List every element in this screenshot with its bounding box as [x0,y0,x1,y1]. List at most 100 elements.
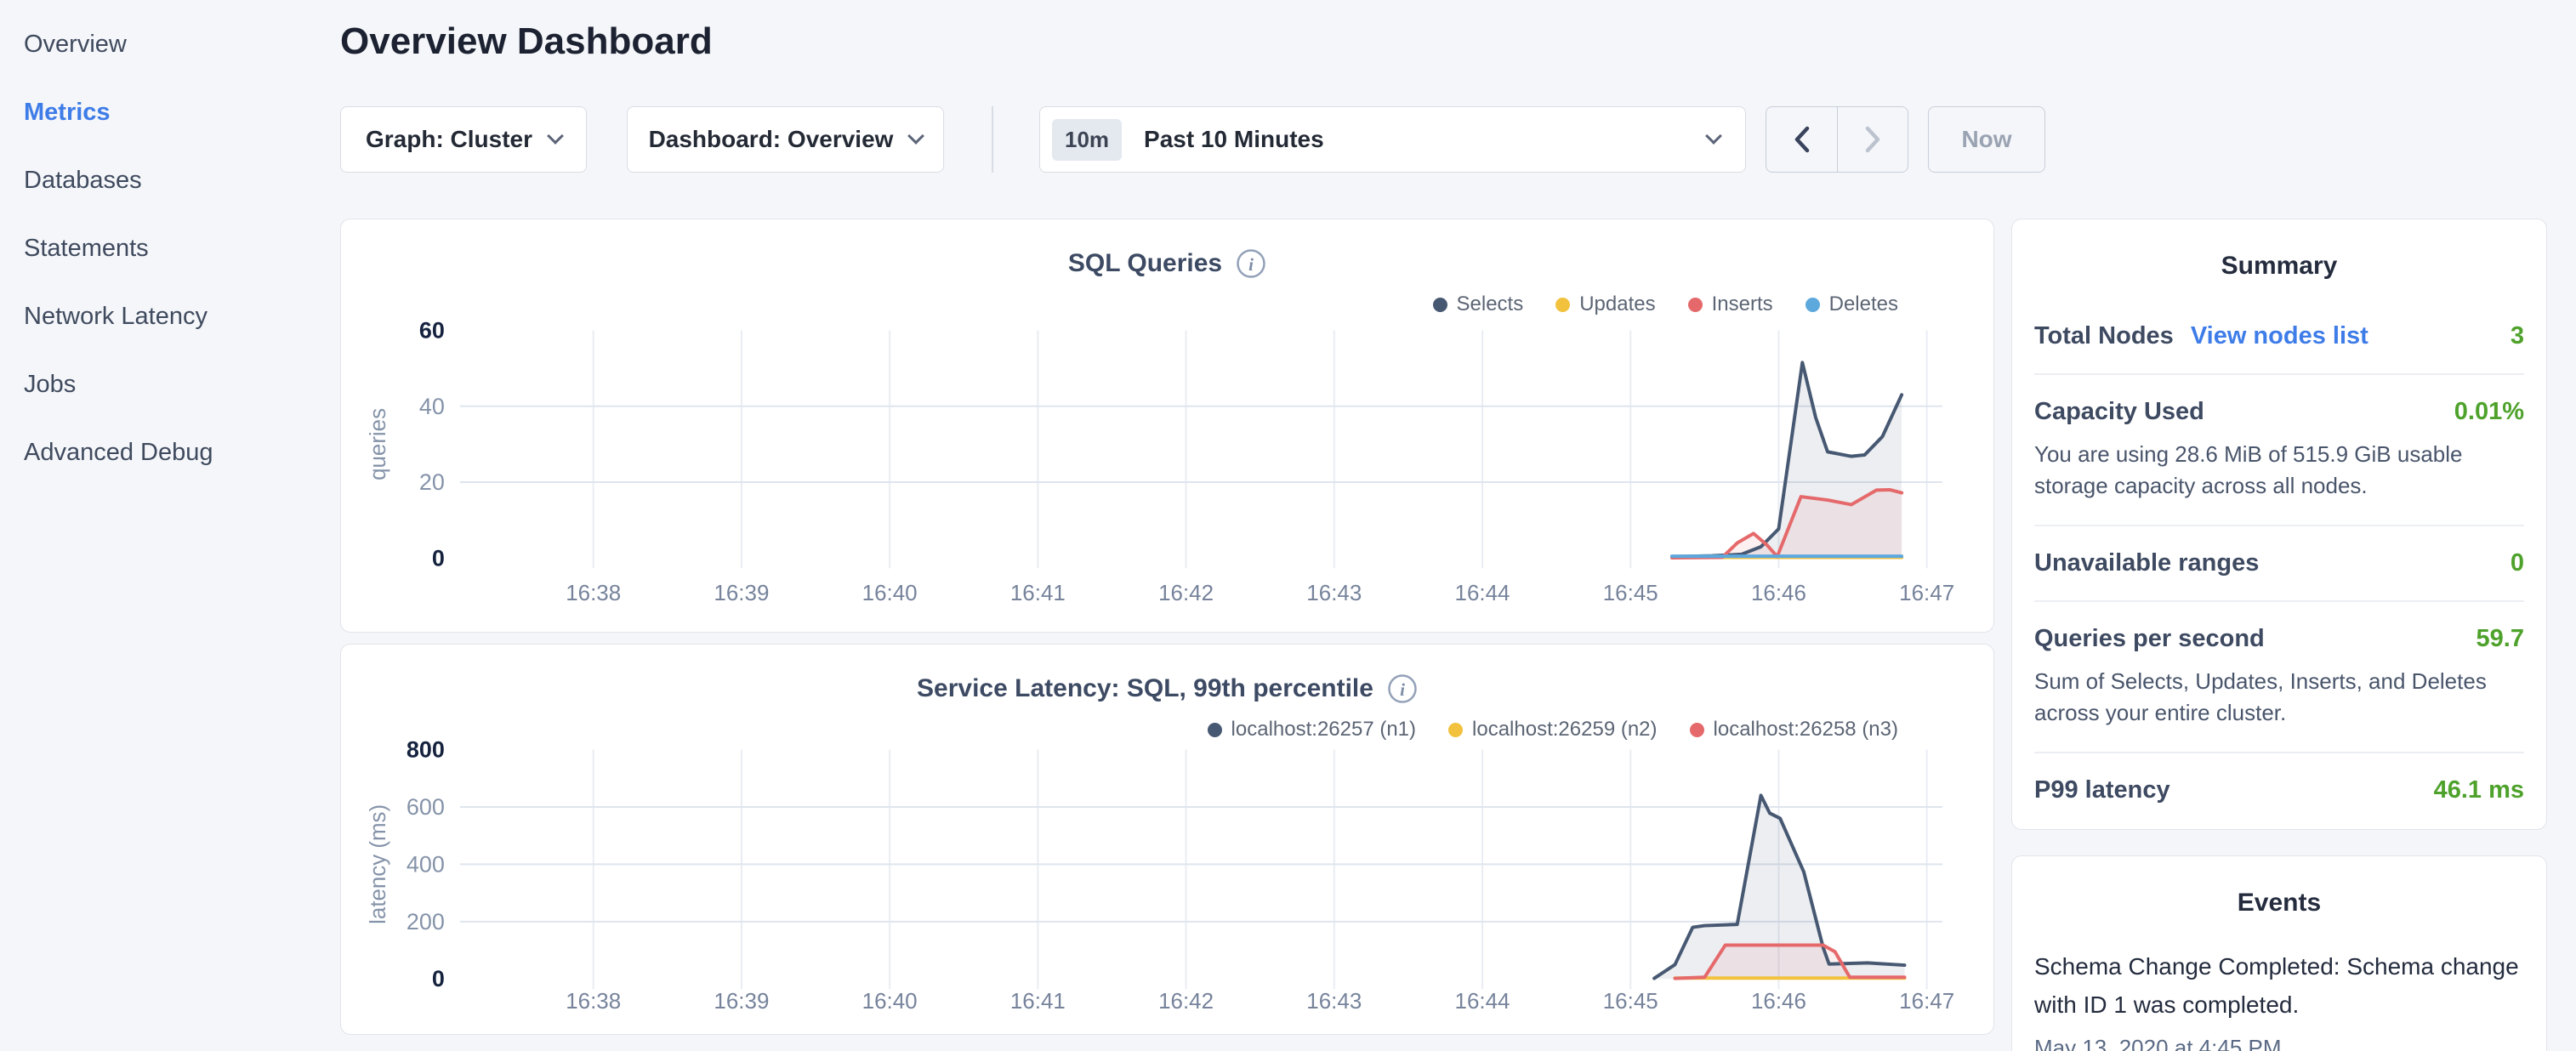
svg-text:0: 0 [432,966,445,991]
chevron-down-icon [1705,128,1722,145]
summary-row-description: Sum of Selects, Updates, Inserts, and De… [2034,666,2524,729]
dashboard-dropdown[interactable]: Dashboard: Overview [627,106,944,173]
svg-text:0: 0 [432,545,445,571]
svg-text:latency (ms): latency (ms) [367,804,390,924]
info-icon[interactable]: i [1236,248,1266,279]
chart-header: SQL Queries i [341,219,1993,279]
svg-text:16:47: 16:47 [1899,990,1954,1014]
legend-label: localhost:26258 (n3) [1714,718,1898,741]
svg-text:16:40: 16:40 [862,582,918,605]
summary-row-total-nodes: Total Nodes View nodes list 3 [2034,299,2524,373]
summary-row-value: 46.1 ms [2434,776,2524,804]
app-root: Overview Metrics Databases Statements Ne… [0,0,2576,1051]
legend-item[interactable]: Updates [1555,293,1655,316]
dashboard-body: SQL Queries i Selects Updates Inserts Delet… [340,219,2576,1051]
view-nodes-list-link[interactable]: View nodes list [2191,322,2368,350]
legend-label: Updates [1579,293,1655,316]
chart-title: SQL Queries [1068,249,1222,278]
sql-queries-card: SQL Queries i Selects Updates Inserts Delet… [340,219,1994,633]
summary-row-unavailable-ranges: Unavailable ranges 0 [2034,525,2524,600]
svg-text:16:41: 16:41 [1010,582,1066,605]
legend-item[interactable]: Deletes [1805,293,1898,316]
sidebar-item-jobs[interactable]: Jobs [0,350,340,418]
sidebar-item-metrics[interactable]: Metrics [0,78,340,146]
info-icon[interactable]: i [1387,673,1418,704]
summary-row-label: Unavailable ranges [2034,549,2259,577]
summary-row-label: Total Nodes [2034,322,2174,350]
sidebar-item-databases[interactable]: Databases [0,146,340,214]
toolbar: Graph: Cluster Dashboard: Overview 10m P… [340,106,2576,173]
svg-text:16:42: 16:42 [1158,990,1214,1014]
svg-text:16:39: 16:39 [714,582,769,605]
legend-item[interactable]: localhost:26257 (n1) [1208,718,1416,741]
svg-text:16:46: 16:46 [1751,990,1806,1014]
sidebar-item-network-latency[interactable]: Network Latency [0,282,340,350]
sql-queries-chart[interactable]: 16:3816:3916:4016:4116:4216:4316:4416:45… [341,219,1993,632]
chart-legend: Selects Updates Inserts Deletes [1433,293,1899,316]
legend-dot-icon [1208,723,1222,737]
svg-text:16:44: 16:44 [1455,582,1510,605]
legend-item[interactable]: localhost:26259 (n2) [1448,718,1657,741]
svg-text:800: 800 [407,736,445,762]
main-content: Overview Dashboard Graph: Cluster Dashbo… [340,0,2576,1051]
svg-text:20: 20 [419,469,445,495]
legend-dot-icon [1448,723,1463,737]
legend-label: localhost:26259 (n2) [1472,718,1657,741]
legend-dot-icon [1805,298,1820,312]
summary-row-p99-latency: P99 latency 46.1 ms [2034,752,2524,827]
summary-row-label: P99 latency [2034,776,2170,804]
chevron-down-icon [547,128,564,145]
graph-dropdown[interactable]: Graph: Cluster [340,106,587,173]
legend-item[interactable]: Inserts [1688,293,1773,316]
legend-dot-icon [1688,298,1703,312]
chart-legend: localhost:26257 (n1) localhost:26259 (n2)… [1208,718,1898,741]
events-title: Events [2034,889,2524,917]
svg-text:16:45: 16:45 [1603,990,1658,1014]
legend-dot-icon [1690,723,1704,737]
svg-text:16:43: 16:43 [1306,990,1362,1014]
service-latency-card: Service Latency: SQL, 99th percentile i … [340,644,1994,1035]
legend-label: Inserts [1712,293,1773,316]
svg-text:queries: queries [367,408,390,480]
next-time-button[interactable] [1837,107,1908,172]
svg-text:16:47: 16:47 [1899,582,1954,605]
svg-text:i: i [1400,679,1405,700]
summary-row-value: 0.01% [2454,398,2524,426]
charts-column: SQL Queries i Selects Updates Inserts Delet… [340,219,1994,1035]
time-range-badge: 10m [1052,119,1122,161]
svg-text:40: 40 [419,394,445,419]
svg-text:16:39: 16:39 [714,990,769,1014]
svg-text:16:40: 16:40 [862,990,918,1014]
page-title: Overview Dashboard [340,20,2576,63]
prev-time-button[interactable] [1766,107,1837,172]
time-step-buttons [1766,106,1908,173]
svg-text:16:38: 16:38 [566,582,621,605]
summary-panel: Summary Total Nodes View nodes list 3 Ca… [2011,219,2547,830]
summary-row-value: 0 [2511,549,2524,577]
sidebar-item-statements[interactable]: Statements [0,214,340,282]
legend-label: Selects [1457,293,1524,316]
svg-text:16:46: 16:46 [1751,582,1806,605]
legend-dot-icon [1555,298,1570,312]
sidebar-item-overview[interactable]: Overview [0,10,340,78]
svg-text:600: 600 [407,794,445,820]
now-button[interactable]: Now [1928,106,2045,173]
chart-title: Service Latency: SQL, 99th percentile [917,674,1373,703]
event-timestamp: May 13, 2020 at 4:45 PM [2034,1035,2524,1051]
summary-row-queries-per-second: Queries per second 59.7 Sum of Selects, … [2034,600,2524,752]
legend-dot-icon [1433,298,1447,312]
svg-text:i: i [1248,254,1254,275]
svg-text:16:42: 16:42 [1158,582,1214,605]
legend-item[interactable]: Selects [1433,293,1524,316]
right-column: Summary Total Nodes View nodes list 3 Ca… [2011,219,2547,1051]
time-range-label: Past 10 Minutes [1144,126,1708,153]
sidebar: Overview Metrics Databases Statements Ne… [0,0,340,486]
event-message: Schema Change Completed: Schema change w… [2034,948,2524,1025]
svg-text:16:41: 16:41 [1010,990,1066,1014]
legend-label: Deletes [1829,293,1898,316]
svg-text:16:43: 16:43 [1306,582,1362,605]
summary-row-value: 3 [2511,322,2524,350]
sidebar-item-advanced-debug[interactable]: Advanced Debug [0,418,340,486]
time-range-dropdown[interactable]: 10m Past 10 Minutes [1039,106,1746,173]
legend-item[interactable]: localhost:26258 (n3) [1690,718,1898,741]
